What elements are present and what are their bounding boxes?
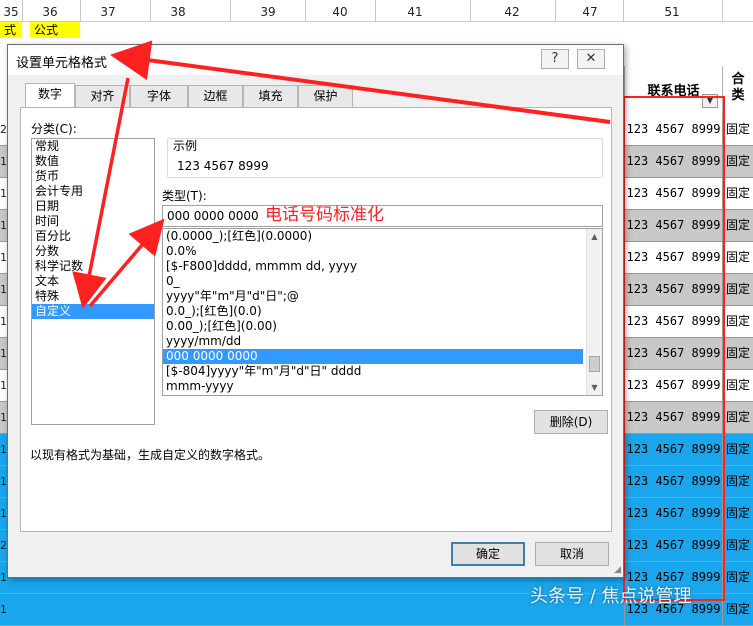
type-cell[interactable]: 固定 <box>722 530 753 561</box>
format-item[interactable]: [$-804]yyyy"年"m"月"d"日" dddd <box>163 364 583 379</box>
category-item[interactable]: 科学记数 <box>32 259 154 274</box>
type-cell[interactable]: 固定 <box>722 594 753 625</box>
sample-group: 示例 123 4567 8999 <box>167 138 603 178</box>
format-item[interactable]: [$-F800]dddd, mmmm dd, yyyy <box>163 259 583 274</box>
tab-number[interactable]: 数字 <box>25 83 75 108</box>
format-item[interactable]: 0_ <box>163 274 583 289</box>
category-list[interactable]: 常规 数值 货币 会计专用 日期 时间 百分比 分数 科学记数 文本 特殊 自定义 <box>31 138 155 425</box>
type-header-bottom: 类 <box>731 88 745 103</box>
type-cell[interactable]: 固定 <box>722 210 753 241</box>
help-button[interactable]: ? <box>541 49 569 69</box>
column-number: 38 <box>170 5 186 19</box>
format-item[interactable]: (0.0000_);[红色](0.0000) <box>163 229 583 244</box>
type-header-top: 合 <box>731 72 745 87</box>
type-cell[interactable]: 固定 <box>722 114 753 145</box>
scroll-down-icon[interactable]: ▼ <box>587 380 602 395</box>
category-label: 分类(C): <box>31 122 77 136</box>
type-cell[interactable]: 固定 <box>722 402 753 433</box>
format-item[interactable]: 0.0_);[红色](0.0) <box>163 304 583 319</box>
sample-value: 123 4567 8999 <box>177 159 269 173</box>
dialog-title: 设置单元格格式 <box>16 56 108 71</box>
category-item[interactable]: 日期 <box>32 199 154 214</box>
tab-fill[interactable]: 填充 <box>243 85 298 107</box>
yellow-label: 公式 <box>30 22 80 38</box>
row-cell[interactable]: 1 <box>0 594 10 625</box>
format-item[interactable]: 000 0000 0000 <box>163 349 583 364</box>
format-item[interactable]: mmm-yyyy <box>163 379 583 394</box>
format-list-scrollbar[interactable]: ▲ ▼ <box>586 229 602 395</box>
tab-border[interactable]: 边框 <box>188 85 243 107</box>
category-item[interactable]: 常规 <box>32 139 154 154</box>
resize-grip-icon[interactable]: ◢ <box>614 565 621 575</box>
type-cell[interactable]: 固定 <box>722 146 753 177</box>
format-item[interactable]: 0.00_);[红色](0.00) <box>163 319 583 334</box>
delete-button[interactable]: 删除(D) <box>534 410 608 434</box>
category-item[interactable]: 分数 <box>32 244 154 259</box>
column-number: 39 <box>260 5 276 19</box>
type-label: 类型(T): <box>162 189 207 203</box>
format-list[interactable]: (0.0000_);[红色](0.0000) 0.0% [$-F800]dddd, … <box>162 228 603 396</box>
category-item[interactable]: 会计专用 <box>32 184 154 199</box>
category-item[interactable]: 货币 <box>32 169 154 184</box>
type-cell[interactable]: 固定 <box>722 242 753 273</box>
type-column-header[interactable]: 合 类 <box>722 66 753 114</box>
tab-font[interactable]: 字体 <box>130 85 188 107</box>
category-item[interactable]: 时间 <box>32 214 154 229</box>
type-cell[interactable]: 固定 <box>722 178 753 209</box>
format-cells-dialog: 设置单元格格式 ? ✕ 数字 对齐 字体 边框 填充 保护 分类(C): 常规数… <box>7 44 624 578</box>
column-number: 42 <box>504 5 520 19</box>
dialog-titlebar[interactable]: 设置单元格格式 ? ✕ <box>8 45 623 75</box>
cancel-button[interactable]: 取消 <box>535 542 609 566</box>
type-cell[interactable]: 固定 <box>722 562 753 593</box>
category-item[interactable]: 自定义 <box>32 304 154 319</box>
phone-column-highlight <box>623 96 725 601</box>
sample-label: 示例 <box>173 139 198 153</box>
type-cell[interactable]: 固定 <box>722 498 753 529</box>
type-cell[interactable]: 固定 <box>722 466 753 497</box>
custom-format-description: 以现有格式为基础，生成自定义的数字格式。 <box>30 448 271 462</box>
column-number: 51 <box>664 5 680 19</box>
column-number: 37 <box>100 5 116 19</box>
column-number: 35 <box>3 5 19 19</box>
scroll-thumb[interactable] <box>589 356 600 372</box>
category-item[interactable]: 数值 <box>32 154 154 169</box>
column-number: 47 <box>582 5 598 19</box>
column-number: 40 <box>332 5 348 19</box>
type-cell[interactable]: 固定 <box>722 274 753 305</box>
category-item[interactable]: 文本 <box>32 274 154 289</box>
watermark: 头条号 / 焦点说管理 <box>530 586 692 607</box>
scroll-up-icon[interactable]: ▲ <box>587 229 602 244</box>
category-item[interactable]: 特殊 <box>32 289 154 304</box>
yellow-label: 式 <box>0 22 22 38</box>
column-number-row: 35 36 37 38 39 40 41 42 47 51 <box>0 0 753 22</box>
close-button[interactable]: ✕ <box>577 49 605 69</box>
type-cell[interactable]: 固定 <box>722 338 753 369</box>
ok-button[interactable]: 确定 <box>451 542 525 566</box>
column-number: 36 <box>42 5 58 19</box>
tab-protection[interactable]: 保护 <box>298 85 353 107</box>
column-number: 41 <box>407 5 423 19</box>
type-cell[interactable]: 固定 <box>722 434 753 465</box>
type-cell[interactable]: 固定 <box>722 306 753 337</box>
annotation-text: 电话号码标准化 <box>265 205 384 225</box>
category-item[interactable]: 百分比 <box>32 229 154 244</box>
tab-alignment[interactable]: 对齐 <box>75 85 130 107</box>
type-cell[interactable]: 固定 <box>722 370 753 401</box>
number-tab-panel: 分类(C): 常规 数值 货币 会计专用 日期 时间 百分比 分数 科学记数 文本 特殊 自定义 示例… <box>20 107 612 532</box>
format-item[interactable]: 0.0% <box>163 244 583 259</box>
format-item[interactable]: yyyy/mm/dd <box>163 334 583 349</box>
format-item[interactable]: yyyy"年"m"月"d"日";@ <box>163 289 583 304</box>
